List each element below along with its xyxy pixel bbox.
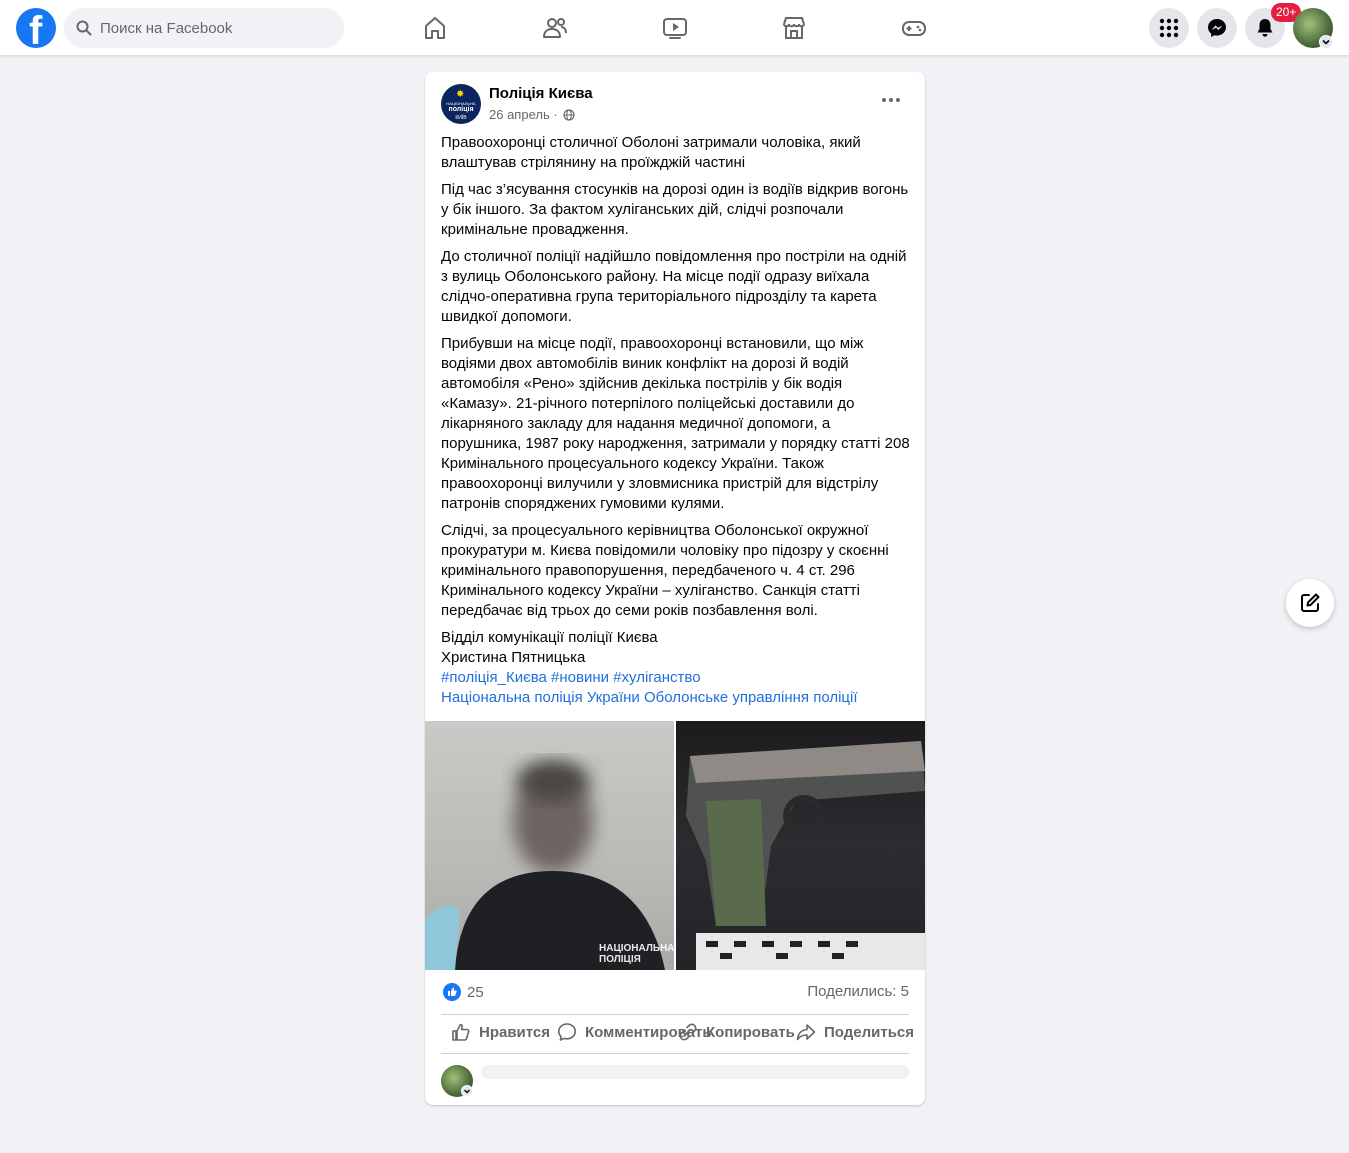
marketplace-icon[interactable] [780, 14, 808, 42]
page-avatar[interactable]: ✸ НАЦІОНАЛЬНА поліція КИЇВ [441, 84, 481, 124]
gaming-icon[interactable] [900, 14, 928, 42]
avatar-text-line2: поліція [448, 106, 474, 113]
post-photo-suspect[interactable]: НАЦІОНАЛЬНА ПОЛІЦІЯ [425, 721, 674, 970]
post-paragraph: До столичної поліції надійшло повідомлен… [441, 248, 907, 325]
avatar-text-line3: КИЇВ [455, 115, 467, 121]
signature-line: Христина Пятницька [441, 649, 586, 666]
suspect-photo-illustration [425, 761, 665, 970]
post-paragraph: Прибувши на місце події, правоохоронці в… [441, 335, 910, 512]
signature-line: Відділ комунікації поліції Києва [441, 629, 658, 646]
divider [441, 1053, 909, 1054]
account-chevron-down-icon[interactable] [1319, 35, 1333, 49]
divider [441, 1014, 909, 1015]
weapon-photo-illustration [686, 741, 925, 970]
police-emblem-icon: ✸ [456, 89, 465, 100]
messenger-icon [1208, 19, 1226, 37]
messenger-button[interactable] [1197, 8, 1237, 48]
link-icon [679, 1023, 697, 1041]
search-icon [76, 20, 92, 36]
facebook-logo[interactable]: f [16, 8, 56, 48]
copy-button-label: Копировать [706, 1024, 795, 1041]
share-count[interactable]: Поделились: 5 [807, 983, 909, 1000]
share-arrow-icon [796, 1024, 816, 1041]
more-options-button[interactable] [875, 88, 907, 116]
like-button-label: Нравится [479, 1024, 551, 1041]
like-reaction-icon[interactable] [443, 983, 461, 1001]
hashtags-link[interactable]: #поліція_Києва #новини #хуліганство [441, 668, 911, 688]
bell-icon [1257, 19, 1273, 37]
post-paragraph: Правоохоронці столичної Оболоні затримал… [441, 134, 861, 171]
top-navigation-bar: f 20+ [0, 0, 1349, 56]
facebook-logo-letter: f [29, 9, 43, 48]
new-message-button[interactable] [1286, 579, 1334, 627]
photo-watermark: НАЦІОНАЛЬНА ПОЛІЦІЯ [599, 943, 674, 965]
post-meta: 26 апрель · [489, 107, 575, 122]
commenter-chevron-down-icon[interactable] [461, 1085, 473, 1097]
like-count[interactable]: 25 [467, 984, 484, 1001]
post-card: ✸ НАЦІОНАЛЬНА поліція КИЇВ Поліція Києва… [425, 72, 925, 1105]
search-input[interactable] [98, 8, 334, 48]
home-icon[interactable] [421, 14, 449, 42]
post-paragraph: Під час з’ясування стосунків на дорозі о… [441, 181, 909, 238]
watch-icon[interactable] [661, 14, 689, 42]
post-photo-weapon[interactable] [676, 721, 925, 970]
tagged-pages-link[interactable]: Національна поліція України Оболонське у… [441, 688, 911, 708]
search-box[interactable] [64, 8, 344, 48]
comment-input[interactable] [481, 1065, 909, 1079]
menu-button[interactable] [1149, 8, 1189, 48]
page-name[interactable]: Поліція Києва [489, 85, 593, 102]
post-paragraph: Слідчі, за процесуального керівництва Об… [441, 522, 889, 619]
post-text: Правоохоронці столичної Оболоні затримал… [441, 133, 911, 708]
globe-icon [563, 109, 575, 121]
comment-icon [558, 1023, 576, 1041]
more-horizontal-icon [882, 98, 900, 102]
thumbs-up-icon [452, 1023, 470, 1041]
compose-icon [1301, 593, 1320, 612]
apps-grid-icon [1159, 18, 1179, 38]
friends-icon[interactable] [541, 14, 569, 42]
share-button-label: Поделиться [824, 1024, 915, 1041]
post-date[interactable]: 26 апрель [489, 107, 550, 122]
